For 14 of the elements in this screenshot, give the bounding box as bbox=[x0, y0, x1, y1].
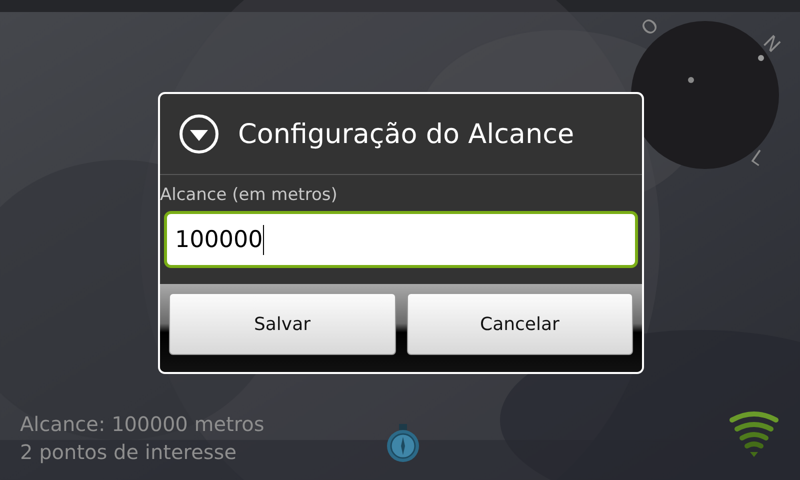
field-label: Alcance (em metros) bbox=[160, 184, 338, 207]
point-icon bbox=[688, 77, 694, 83]
input-field[interactable]: 100000 bbox=[164, 211, 638, 268]
compass-letter: N bbox=[759, 32, 783, 56]
compass-letter: L bbox=[748, 148, 768, 170]
compass-letter: O bbox=[638, 16, 662, 40]
status-text: Alcance: 100000 metros bbox=[20, 411, 266, 438]
compass-icon bbox=[385, 424, 421, 464]
dropdown-icon bbox=[179, 114, 219, 154]
status-text: 2 pontos de interesse bbox=[20, 439, 238, 466]
save-button[interactable]: Salvar bbox=[169, 293, 396, 355]
cancel-button[interactable]: Cancelar bbox=[406, 293, 633, 355]
point-icon bbox=[758, 55, 764, 61]
dialog-title: Configuração do Alcance bbox=[238, 118, 574, 150]
